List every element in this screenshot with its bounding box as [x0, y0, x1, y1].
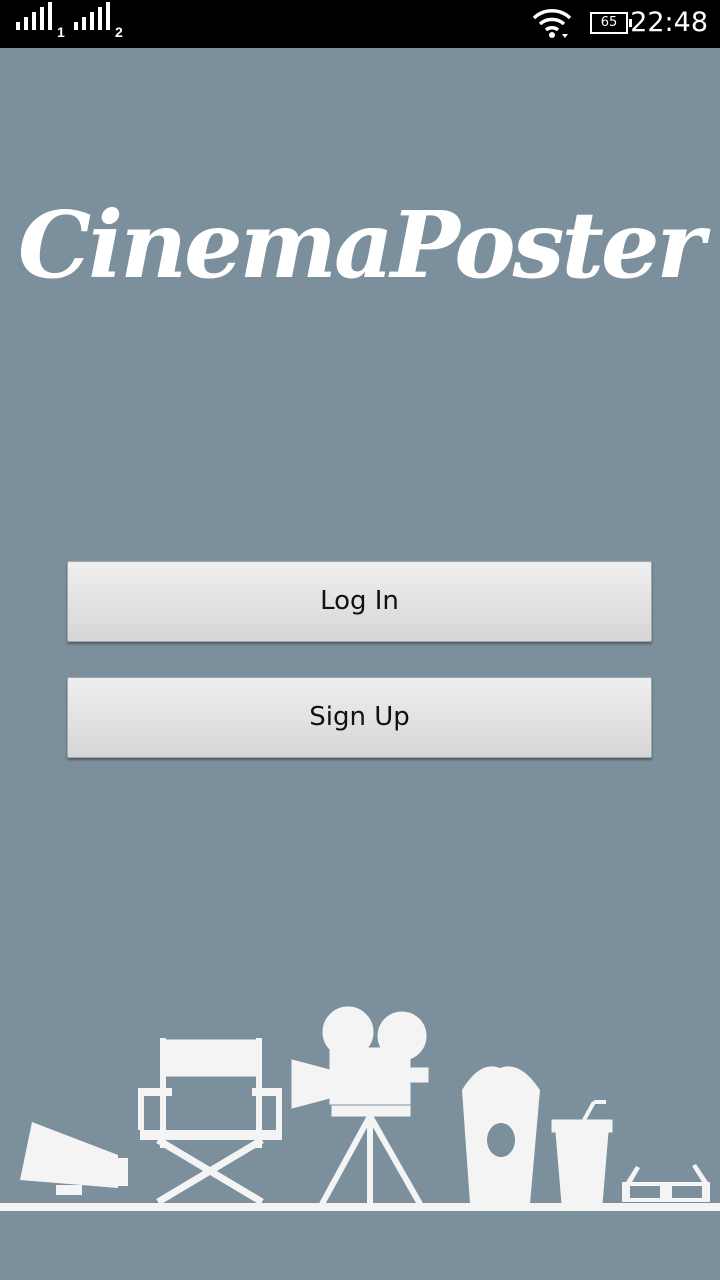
soda-cup-icon: [551, 1100, 613, 1205]
status-bar: 1 2 65 22:48: [0, 0, 720, 48]
film-camera-icon: [291, 1006, 429, 1206]
signal-icon-sim2: 2: [74, 2, 126, 40]
wifi-icon: [532, 9, 572, 38]
ground-line: [0, 1203, 720, 1211]
signal-icon-sim1: 1: [16, 2, 65, 40]
megaphone-icon: [20, 1122, 128, 1195]
app-logo: CinemaPoster: [18, 191, 705, 299]
director-chair-icon: [138, 1038, 282, 1206]
login-screen: 1 2 65 22:48 CinemaPoster Log In Sign Up: [0, 0, 720, 1280]
signup-button[interactable]: Sign Up: [67, 677, 652, 758]
clock: 22:48: [630, 7, 708, 38]
battery-icon: 65: [590, 12, 632, 34]
popcorn-icon: [462, 1066, 540, 1204]
login-button[interactable]: Log In: [67, 561, 652, 642]
sim2-label: 2: [115, 24, 123, 40]
3d-glasses-icon: [622, 1164, 710, 1202]
cinema-illustration: [20, 1006, 710, 1206]
sim1-label: 1: [57, 24, 65, 40]
battery-level: 65: [600, 15, 618, 30]
